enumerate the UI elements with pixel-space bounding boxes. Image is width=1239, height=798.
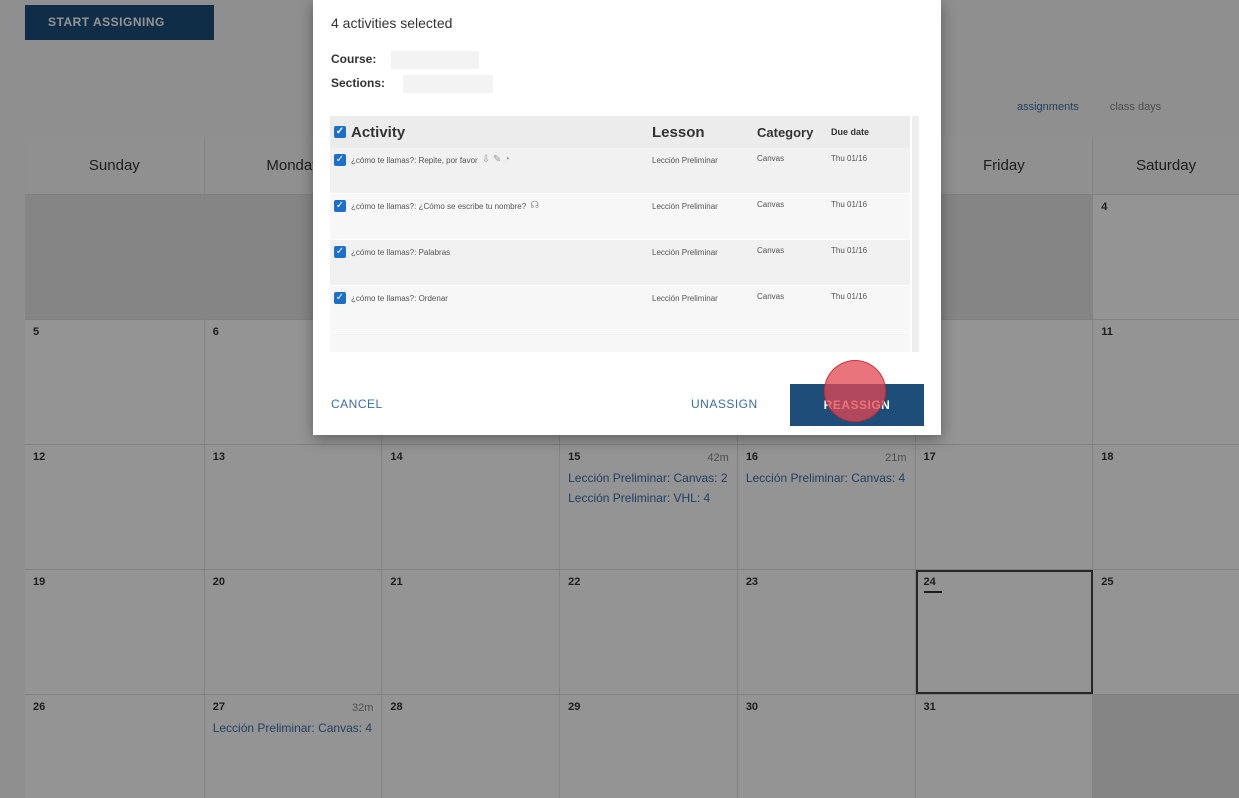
activity-checkbox[interactable]: ✓ [334,200,346,212]
activity-checkbox[interactable]: ✓ [334,154,346,166]
activity-cell: ✓ ¿cómo te llamas?: Palabras [330,246,652,285]
lesson-column-header: Lesson [652,123,705,141]
activity-name: ¿cómo te llamas?: ¿Cómo se escribe tu no… [351,202,527,211]
activity-column-header: ✓ Activity [330,124,652,141]
activity-row[interactable]: ✓ ¿cómo te llamas?: Ordenar Lección Prelim… [330,286,910,332]
activity-checkbox[interactable]: ✓ [334,292,346,304]
activity-checkbox[interactable]: ✓ [334,246,346,258]
activity-type-icon: ☊ [530,200,540,211]
activity-cell: ✓ ¿cómo te llamas?: ¿Cómo se escribe tu n… [330,200,652,239]
activity-cell: ✓ ¿cómo te llamas?: Repite, por favor ⇩ ✎ … [330,154,652,193]
lesson-cell: Lección Preliminar [652,294,718,303]
category-column-header: Category [757,124,814,140]
table-header: ✓ Activity Lesson Category Due date [330,116,910,148]
due-date-cell: Thu 01/16 [831,154,868,163]
activity-cell: ✓ ¿cómo te llamas?: Ordenar [330,292,652,331]
activity-name: ¿cómo te llamas?: Palabras [351,248,451,257]
click-indicator [824,360,886,422]
activity-row[interactable]: ✓ ¿cómo te llamas?: ¿Cómo se escribe tu n… [330,194,910,240]
lesson-cell: Lección Preliminar [652,156,718,165]
activity-row[interactable]: ✓ ¿cómo te llamas?: Repite, por favor ⇩ ✎ … [330,148,910,194]
activity-row[interactable]: ✓ ¿cómo te llamas?: Palabras Lección Preli… [330,240,910,286]
select-all-checkbox[interactable]: ✓ [334,126,346,138]
course-label: Course: [331,52,377,66]
activity-type-icon: ⇩ ✎ ◔ [481,154,511,165]
due-date-cell: Thu 01/16 [831,200,868,209]
activity-name: ¿cómo te llamas?: Repite, por favor [351,156,478,165]
due-date-column-header: Due date [831,127,870,137]
activity-table: ✓ Activity Lesson Category Due date ✓ ¿có… [330,116,910,352]
category-cell: Canvas [757,292,785,301]
modal-title: 4 activities selected [331,15,453,31]
category-cell: Canvas [757,246,785,255]
due-date-cell: Thu 01/16 [831,292,868,301]
course-value [391,51,479,69]
table-scrollbar[interactable] [912,116,919,352]
activity-name: ¿cómo te llamas?: Ordenar [351,294,448,303]
sections-value [403,75,493,93]
category-cell: Canvas [757,154,785,163]
activity-header-label: Activity [351,123,406,141]
lesson-cell: Lección Preliminar [652,202,718,211]
sections-label: Sections: [331,76,386,90]
lesson-cell: Lección Preliminar [652,248,718,257]
cancel-button[interactable]: CANCEL [331,397,383,411]
category-cell: Canvas [757,200,785,209]
unassign-button[interactable]: UNASSIGN [691,397,758,411]
due-date-cell: Thu 01/16 [831,246,868,255]
